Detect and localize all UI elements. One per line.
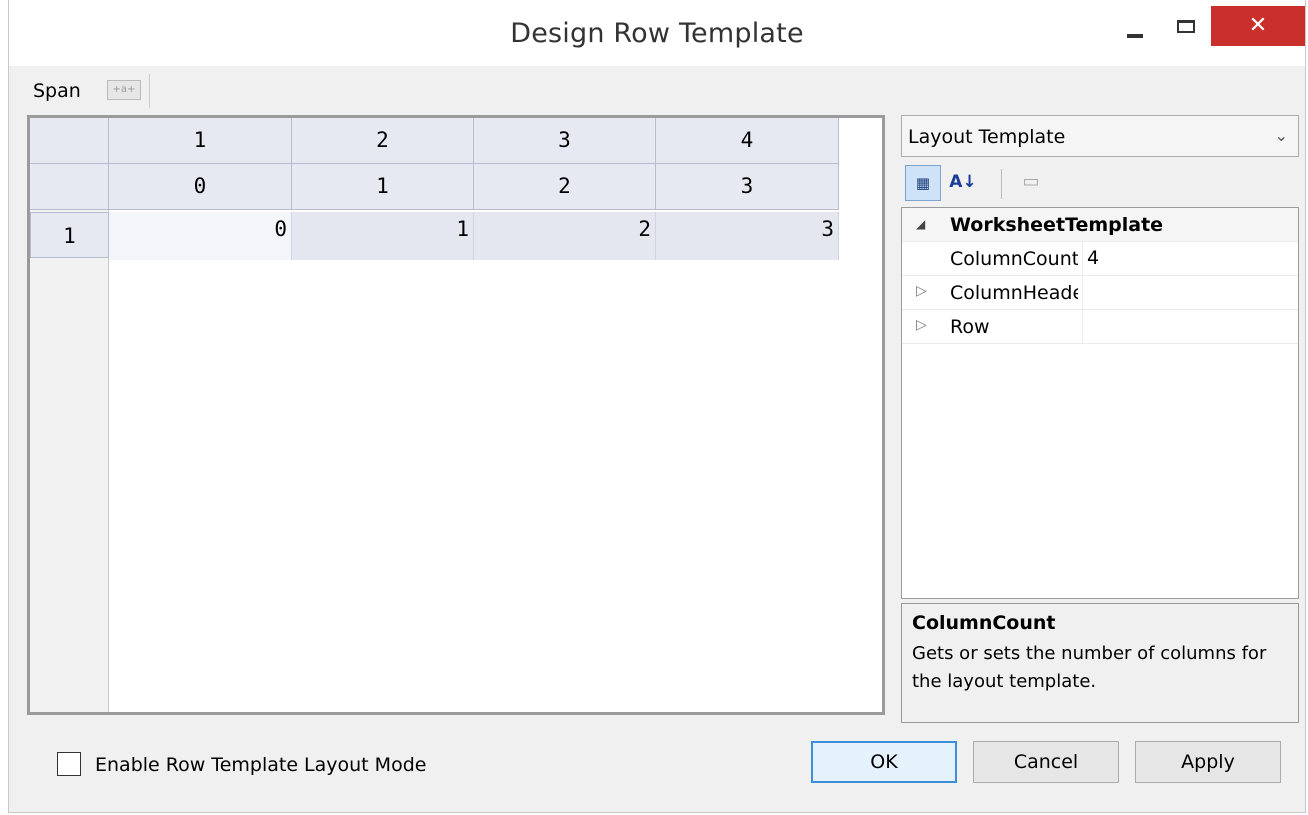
property-name: Row <box>950 316 990 338</box>
maximize-button[interactable] <box>1167 6 1213 46</box>
column-header[interactable]: 1 <box>109 118 292 164</box>
property-row[interactable]: ColumnCount 4 <box>902 242 1298 276</box>
column-index-header[interactable]: 0 <box>109 164 292 210</box>
property-value[interactable] <box>1082 310 1087 343</box>
apply-button[interactable]: Apply <box>1135 741 1281 783</box>
ok-button[interactable]: OK <box>811 741 957 783</box>
column-index-header[interactable]: 1 <box>292 164 474 210</box>
category-name: WorksheetTemplate <box>950 214 1164 236</box>
grid-cell[interactable]: 1 <box>292 212 474 260</box>
cancel-button[interactable]: Cancel <box>973 741 1119 783</box>
grid-corner-cell[interactable] <box>30 118 109 164</box>
expand-icon[interactable]: ▷ <box>916 317 927 333</box>
property-row-gutter <box>902 242 942 275</box>
template-grid[interactable]: 1 2 3 4 0 1 2 3 1 0 1 2 3 <box>27 115 885 715</box>
object-selector-dropdown[interactable]: Layout Template ⌄ <box>901 115 1299 157</box>
grid-cell[interactable]: 3 <box>656 212 839 260</box>
title-bar: Design Row Template ✕ <box>9 0 1305 66</box>
dialog-window: Design Row Template ✕ Span +a+ 1 2 3 4 0… <box>8 0 1306 813</box>
categorized-icon: ▦ <box>915 174 931 192</box>
property-value[interactable]: 4 <box>1082 242 1099 275</box>
span-icon[interactable]: +a+ <box>107 80 141 100</box>
close-button[interactable]: ✕ <box>1211 6 1305 46</box>
description-text: Gets or sets the number of columns for t… <box>912 643 1267 692</box>
column-header[interactable]: 2 <box>292 118 474 164</box>
property-grid: ◢ WorksheetTemplate ColumnCount 4 ▷ Colu… <box>901 207 1299 599</box>
enable-layout-mode-checkbox[interactable] <box>57 752 81 776</box>
span-label: Span <box>33 80 81 102</box>
close-icon: ✕ <box>1248 13 1268 38</box>
collapse-icon[interactable]: ◢ <box>916 217 925 231</box>
column-header[interactable]: 4 <box>656 118 839 164</box>
description-title: ColumnCount <box>912 612 1056 634</box>
property-name: ColumnHeade <box>950 282 1078 304</box>
property-pages-icon: ▭ <box>1022 171 1040 192</box>
column-header[interactable]: 3 <box>474 118 656 164</box>
window-title: Design Row Template <box>510 18 804 49</box>
grid-corner-cell[interactable] <box>30 164 109 210</box>
column-index-header[interactable]: 2 <box>474 164 656 210</box>
grid-cell[interactable]: 0 <box>109 212 292 260</box>
sort-az-icon: A↓ <box>949 172 977 192</box>
alphabetical-sort-button[interactable]: A↓ <box>945 165 981 201</box>
property-grid-toolbar: ▦ A↓ ▭ <box>901 161 1299 205</box>
property-value[interactable] <box>1082 276 1087 309</box>
toolbar-divider <box>149 74 150 108</box>
minimize-icon <box>1127 34 1143 38</box>
grid-cell[interactable]: 2 <box>474 212 656 260</box>
categorized-view-button[interactable]: ▦ <box>905 165 941 201</box>
property-row[interactable]: ▷ Row <box>902 310 1298 344</box>
property-category-row[interactable]: ◢ WorksheetTemplate <box>902 208 1298 242</box>
property-pages-button[interactable]: ▭ <box>1013 165 1049 201</box>
designer-toolbar: Span +a+ <box>21 66 1299 112</box>
property-description-panel: ColumnCount Gets or sets the number of c… <box>901 603 1299 723</box>
row-header[interactable]: 1 <box>30 212 109 258</box>
property-row[interactable]: ▷ ColumnHeade <box>902 276 1298 310</box>
property-panel: Layout Template ⌄ ▦ A↓ ▭ ◢ WorksheetTemp… <box>901 115 1300 723</box>
checkbox-label[interactable]: Enable Row Template Layout Mode <box>95 754 426 776</box>
toolbar-divider <box>1001 169 1002 199</box>
chevron-down-icon: ⌄ <box>1274 126 1288 145</box>
property-name: ColumnCount <box>950 248 1078 270</box>
maximize-icon <box>1177 20 1195 33</box>
expand-icon[interactable]: ▷ <box>916 283 927 299</box>
dropdown-value: Layout Template <box>908 126 1066 148</box>
minimize-button[interactable] <box>1117 6 1163 46</box>
column-index-header[interactable]: 3 <box>656 164 839 210</box>
